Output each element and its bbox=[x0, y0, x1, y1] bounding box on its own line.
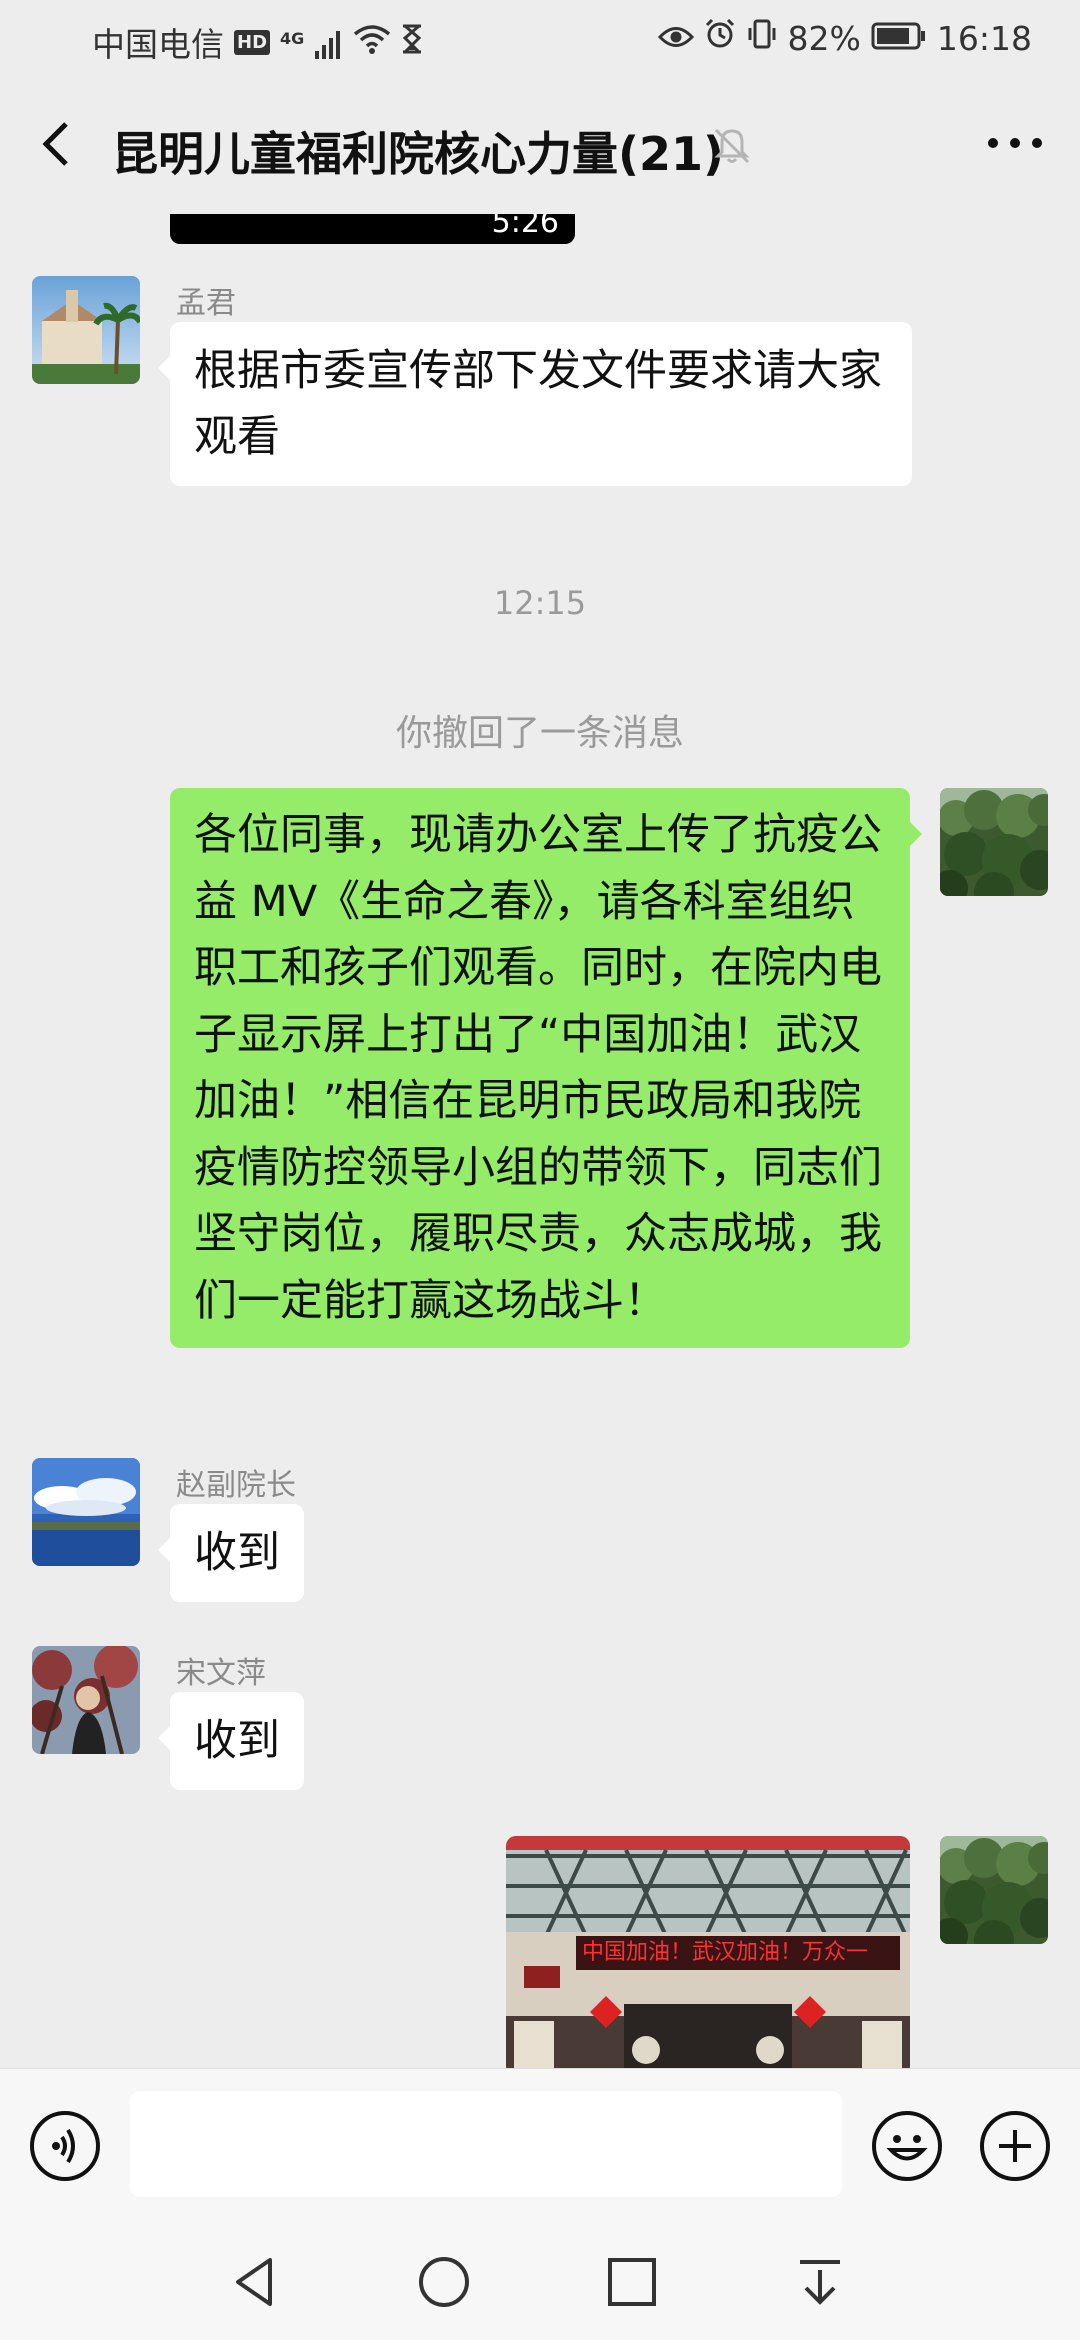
more-options-button[interactable] bbox=[980, 118, 1050, 168]
video-duration: 5:26 bbox=[491, 214, 559, 240]
more-dots-icon bbox=[988, 138, 1042, 148]
avatar-zhao[interactable] bbox=[32, 1458, 140, 1566]
status-bar: 中国电信 HD 4G 82% 16:18 bbox=[0, 0, 1080, 80]
back-button[interactable] bbox=[30, 114, 90, 174]
sender-name: 宋文萍 bbox=[176, 1656, 266, 1691]
status-left: 中国电信 HD 4G bbox=[92, 18, 423, 66]
emoji-icon bbox=[886, 2135, 928, 2161]
avatar-self[interactable] bbox=[940, 788, 1048, 896]
vibrate-icon bbox=[746, 18, 778, 58]
square-recents-icon bbox=[608, 2258, 656, 2306]
message-input[interactable] bbox=[130, 2091, 842, 2197]
clock-time: 16:18 bbox=[936, 18, 1032, 58]
emoji-button[interactable] bbox=[872, 2111, 942, 2181]
alarm-icon bbox=[704, 18, 736, 58]
avatar-mengjun[interactable] bbox=[32, 276, 140, 384]
pull-down-icon bbox=[800, 2260, 840, 2305]
more-functions-button[interactable] bbox=[980, 2111, 1050, 2181]
eye-icon bbox=[657, 19, 694, 58]
message-bubble[interactable]: 收到 bbox=[158, 1692, 304, 1790]
image-message[interactable]: 中国加油！武汉加油！万众一 bbox=[506, 1836, 910, 2068]
message-bubble-self[interactable]: 各位同事，现请办公室上传了抗疫公益 MV《生命之春》，请各科室组织职工和孩子们观… bbox=[170, 788, 922, 1348]
nav-notifications-button[interactable] bbox=[790, 2252, 850, 2312]
video-message[interactable]: 5:26 bbox=[170, 214, 575, 244]
system-nav-bar bbox=[0, 2224, 1080, 2340]
nav-home-button[interactable] bbox=[414, 2252, 474, 2312]
chat-header: 昆明儿童福利院核心力量(21) bbox=[0, 80, 1080, 214]
avatar-self[interactable] bbox=[940, 1836, 1048, 1944]
avatar-song[interactable] bbox=[32, 1646, 140, 1754]
input-bar bbox=[0, 2068, 1080, 2224]
led-banner-text: 中国加油！武汉加油！万众一 bbox=[582, 1940, 869, 1965]
message-text: 各位同事，现请办公室上传了抗疫公益 MV《生命之春》，请各科室组织职工和孩子们观… bbox=[194, 810, 882, 1326]
plus-icon bbox=[999, 2130, 1031, 2162]
battery-percent: 82% bbox=[787, 18, 861, 58]
sender-name: 赵副院长 bbox=[176, 1468, 296, 1503]
message-text: 收到 bbox=[194, 1528, 280, 1578]
message-bubble[interactable]: 收到 bbox=[158, 1504, 304, 1602]
nav-back-button[interactable] bbox=[226, 2252, 286, 2312]
recall-notice: 你撤回了一条消息 bbox=[395, 713, 684, 754]
circle-home-icon bbox=[419, 2257, 469, 2307]
voice-icon bbox=[52, 2128, 75, 2164]
hd-badge: HD bbox=[234, 29, 271, 55]
bell-muted-icon bbox=[712, 126, 752, 166]
chat-message-list[interactable]: 5:26 孟君 根据市委宣传部下发文件要求请大家观看 12:15 你撤回了一条消… bbox=[0, 214, 1080, 2068]
network-type-label: 4G bbox=[280, 28, 305, 48]
message-text: 收到 bbox=[194, 1716, 280, 1766]
chat-timestamp: 12:15 bbox=[493, 584, 587, 622]
hourglass-icon bbox=[401, 23, 423, 62]
nav-recents-button[interactable] bbox=[602, 2252, 662, 2312]
sender-name: 孟君 bbox=[176, 286, 236, 321]
wifi-icon bbox=[353, 23, 391, 62]
chat-title: 昆明儿童福利院核心力量(21) bbox=[112, 127, 725, 181]
message-text: 根据市委宣传部下发文件要求请大家观看 bbox=[194, 346, 882, 462]
led-banner: 中国加油！武汉加油！万众一 bbox=[576, 1936, 900, 1970]
battery-icon bbox=[871, 19, 927, 58]
carrier-label: 中国电信 bbox=[92, 25, 224, 64]
chevron-left-icon bbox=[42, 122, 68, 166]
triangle-back-icon bbox=[236, 2258, 272, 2306]
message-bubble[interactable]: 根据市委宣传部下发文件要求请大家观看 bbox=[158, 322, 912, 486]
signal-icon: 4G bbox=[280, 23, 343, 62]
voice-input-button[interactable] bbox=[30, 2111, 100, 2181]
status-right: 82% 16:18 bbox=[657, 18, 1032, 58]
